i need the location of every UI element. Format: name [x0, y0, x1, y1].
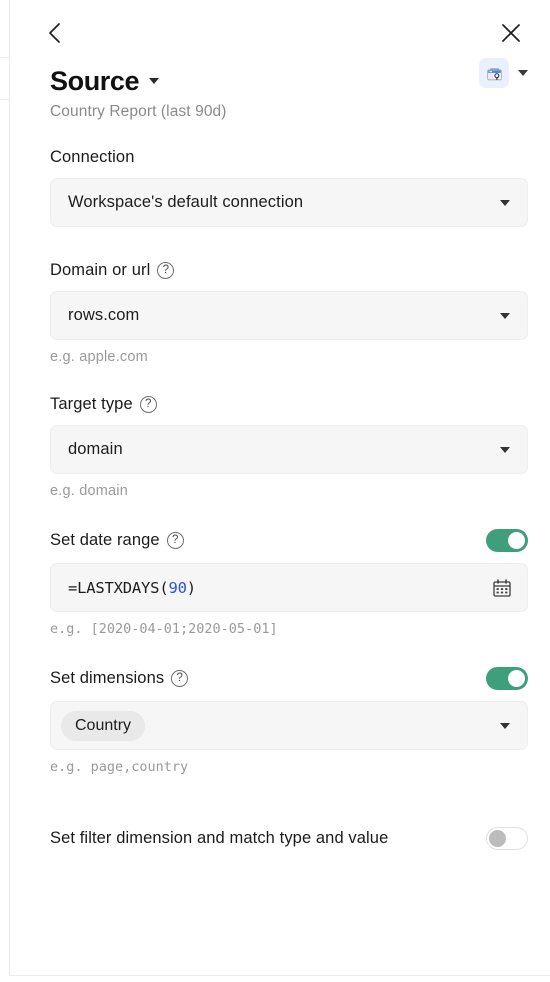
date-range-hint: e.g. [2020-04-01;2020-05-01] — [50, 621, 278, 637]
dimensions-toggle[interactable] — [486, 667, 528, 690]
calendar-icon[interactable] — [492, 578, 512, 603]
help-circle-icon[interactable]: ? — [171, 670, 189, 687]
field-filter: Set filter dimension and match type and … — [50, 827, 528, 850]
panel-title-row: Source Country Report (last 90d) — [10, 58, 550, 120]
date-range-input[interactable]: =LASTXDAYS(90) — [50, 563, 528, 612]
domain-hint: e.g. apple.com — [50, 349, 148, 365]
source-form: Connection Workspace's default connectio… — [10, 100, 550, 850]
connection-label: Connection — [50, 148, 135, 166]
toggle-knob — [508, 532, 525, 549]
domain-label: Domain or url — [50, 261, 151, 279]
chevron-down-icon[interactable] — [149, 78, 160, 84]
field-date-range: Set date range ? =LASTXDAYS(90) e.g. [20… — [50, 529, 528, 637]
field-target-type: Target type ? domain e.g. domain — [50, 395, 528, 499]
google-search-console-icon[interactable] — [479, 58, 509, 88]
dimensions-label: Set dimensions — [50, 669, 165, 687]
connection-value: Workspace's default connection — [68, 193, 304, 211]
sheet-row-divider — [0, 99, 9, 100]
domain-label-row: Domain or url ? — [50, 261, 528, 280]
help-circle-icon[interactable]: ? — [166, 532, 184, 549]
filter-label-row: Set filter dimension and match type and … — [50, 827, 528, 850]
panel-topbar — [10, 0, 550, 62]
field-dimensions: Set dimensions ? Country e.g. page,count… — [50, 667, 528, 775]
domain-select[interactable]: rows.com — [50, 291, 528, 340]
help-circle-icon[interactable]: ? — [139, 396, 157, 413]
dimensions-label-row: Set dimensions ? — [50, 667, 528, 690]
source-settings-panel: Source Country Report (last 90d) Connect… — [9, 0, 550, 976]
connection-label-row: Connection — [50, 148, 528, 167]
filter-toggle[interactable] — [486, 827, 528, 850]
toggle-knob — [489, 830, 506, 847]
app-selector[interactable] — [479, 58, 528, 88]
date-range-toggle[interactable] — [486, 529, 528, 552]
dimension-chip-country[interactable]: Country — [61, 710, 146, 741]
target-type-value: domain — [68, 440, 123, 458]
date-range-label-row: Set date range ? — [50, 529, 528, 552]
target-type-select[interactable]: domain — [50, 425, 528, 474]
field-domain-or-url: Domain or url ? rows.com e.g. apple.com — [50, 261, 528, 365]
back-button[interactable] — [38, 16, 72, 50]
field-connection: Connection Workspace's default connectio… — [50, 148, 528, 227]
formula-prefix: =LASTXDAYS( — [68, 578, 169, 597]
dimensions-select[interactable]: Country — [50, 701, 528, 750]
formula-suffix: ) — [186, 578, 196, 597]
title-group[interactable]: Source — [50, 62, 528, 100]
chevron-down-icon — [500, 199, 510, 206]
chevron-down-icon — [500, 446, 510, 453]
help-circle-icon[interactable]: ? — [157, 262, 175, 279]
date-range-formula: =LASTXDAYS(90) — [68, 579, 196, 597]
chevron-down-icon — [500, 722, 510, 729]
page-title: Source — [50, 65, 140, 96]
panel-subtitle: Country Report (last 90d) — [50, 103, 227, 120]
target-type-label: Target type — [50, 395, 133, 413]
close-button[interactable] — [494, 16, 528, 50]
dimensions-hint: e.g. page,country — [50, 759, 189, 775]
toggle-knob — [508, 670, 525, 687]
filter-label: Set filter dimension and match type and … — [50, 829, 389, 847]
date-range-label: Set date range — [50, 531, 160, 549]
spreadsheet-edge-sliver — [0, 0, 9, 982]
target-type-label-row: Target type ? — [50, 395, 528, 414]
connection-select[interactable]: Workspace's default connection — [50, 178, 528, 227]
sheet-row-divider — [0, 57, 9, 58]
chevron-down-icon[interactable] — [518, 70, 528, 76]
domain-value: rows.com — [68, 306, 140, 324]
formula-number: 90 — [168, 578, 187, 597]
target-type-hint: e.g. domain — [50, 483, 128, 499]
chevron-down-icon — [500, 312, 510, 319]
